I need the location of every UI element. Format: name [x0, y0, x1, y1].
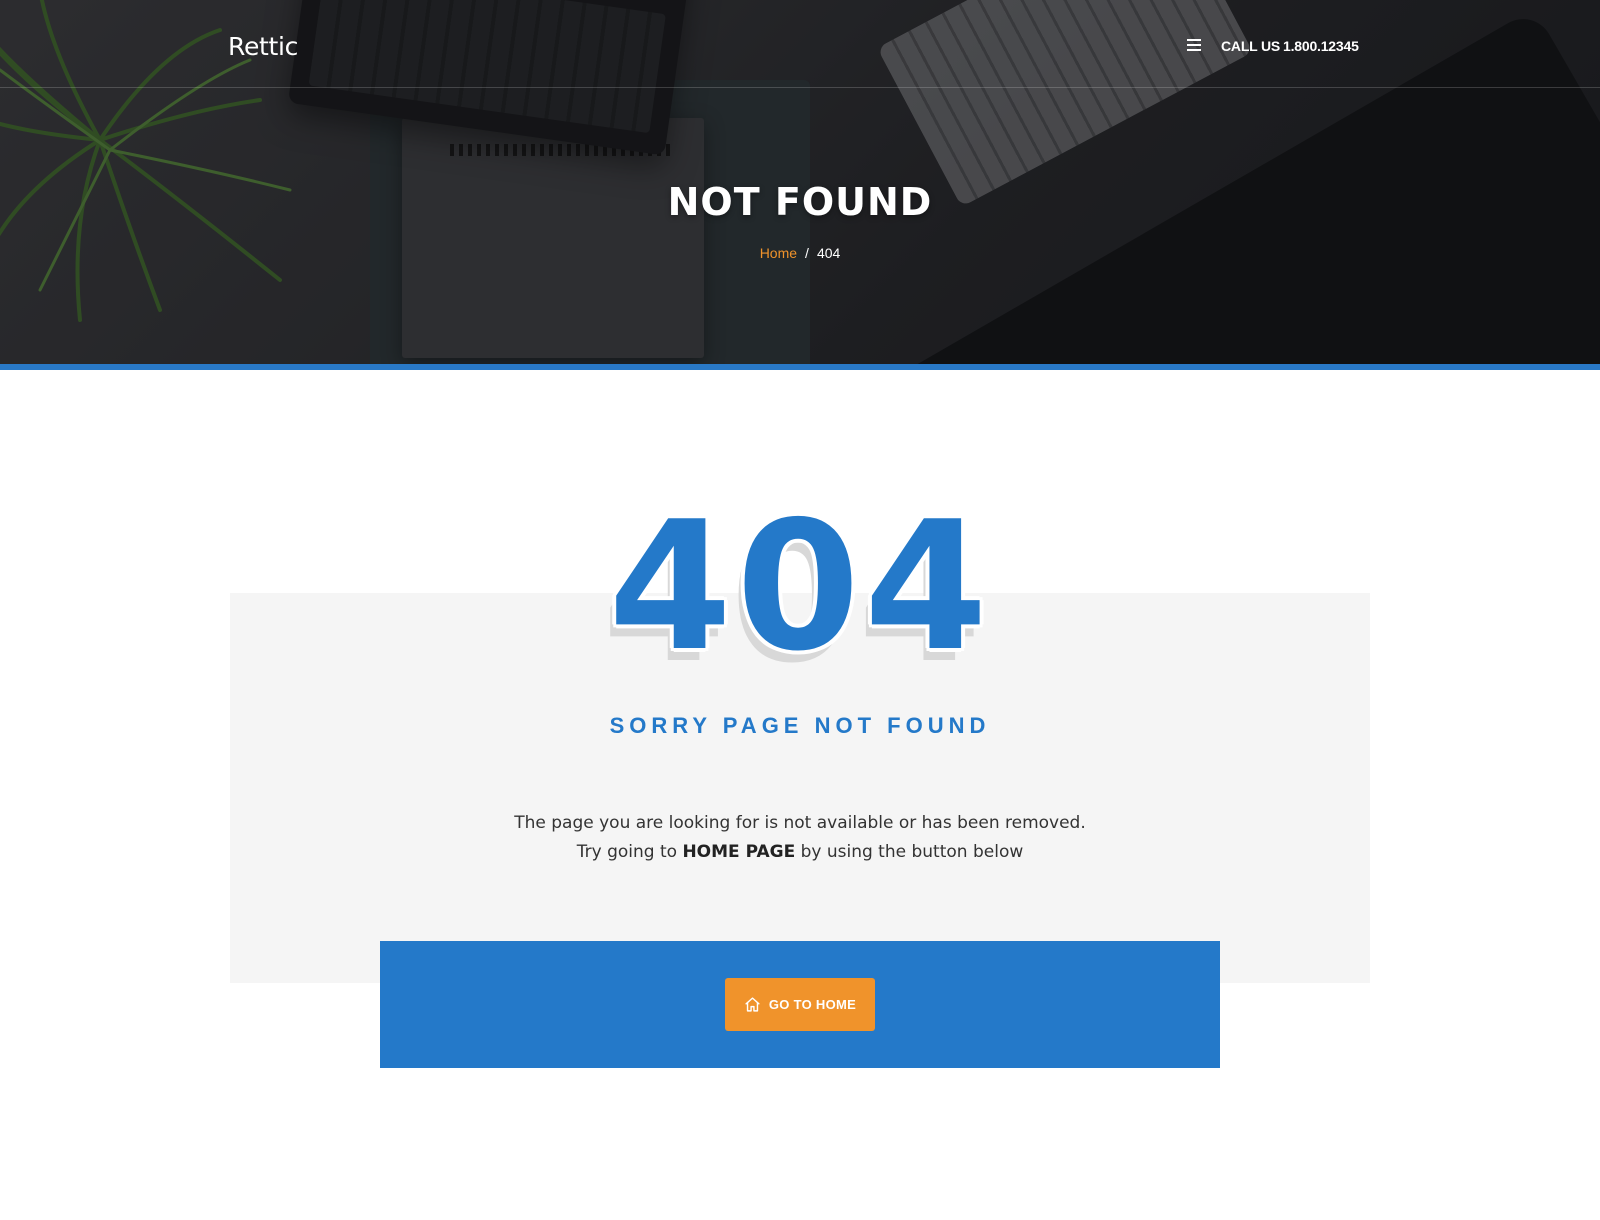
bars-icon[interactable] — [1187, 39, 1201, 51]
breadcrumb-home-link[interactable]: Home — [760, 245, 797, 261]
breadcrumb-separator: / — [805, 245, 809, 261]
call-us-label: CALL US — [1221, 38, 1281, 54]
call-us-number[interactable]: 1.800.12345 — [1283, 38, 1359, 54]
page-title: NOT FOUND — [667, 180, 933, 224]
go-to-home-label: GO TO HOME — [768, 997, 857, 1012]
site-header: Rettic CALL US 1.800.12345 — [0, 0, 1600, 88]
error-code: 404 — [608, 483, 992, 690]
home-page-text: HOME PAGE — [682, 842, 796, 862]
hero-accent-stripe — [0, 364, 1600, 370]
error-message: The page you are looking for is not avai… — [0, 809, 1600, 867]
error-message-line2: Try going to HOME PAGE by using the butt… — [0, 838, 1600, 867]
site-logo[interactable]: Rettic — [228, 32, 298, 61]
error-heading: SORRY PAGE NOT FOUND — [609, 713, 991, 738]
home-icon — [745, 997, 760, 1012]
error-message-suffix: by using the button below — [795, 842, 1024, 862]
breadcrumb: Home / 404 — [0, 245, 1600, 261]
hero-banner: Rettic CALL US 1.800.12345 NOT FOUND Hom… — [0, 0, 1600, 370]
breadcrumb-current: 404 — [816, 245, 841, 261]
go-to-home-button[interactable]: GO TO HOME — [725, 978, 875, 1031]
error-message-prefix: Try going to — [576, 842, 683, 862]
error-message-line1: The page you are looking for is not avai… — [514, 813, 1086, 833]
